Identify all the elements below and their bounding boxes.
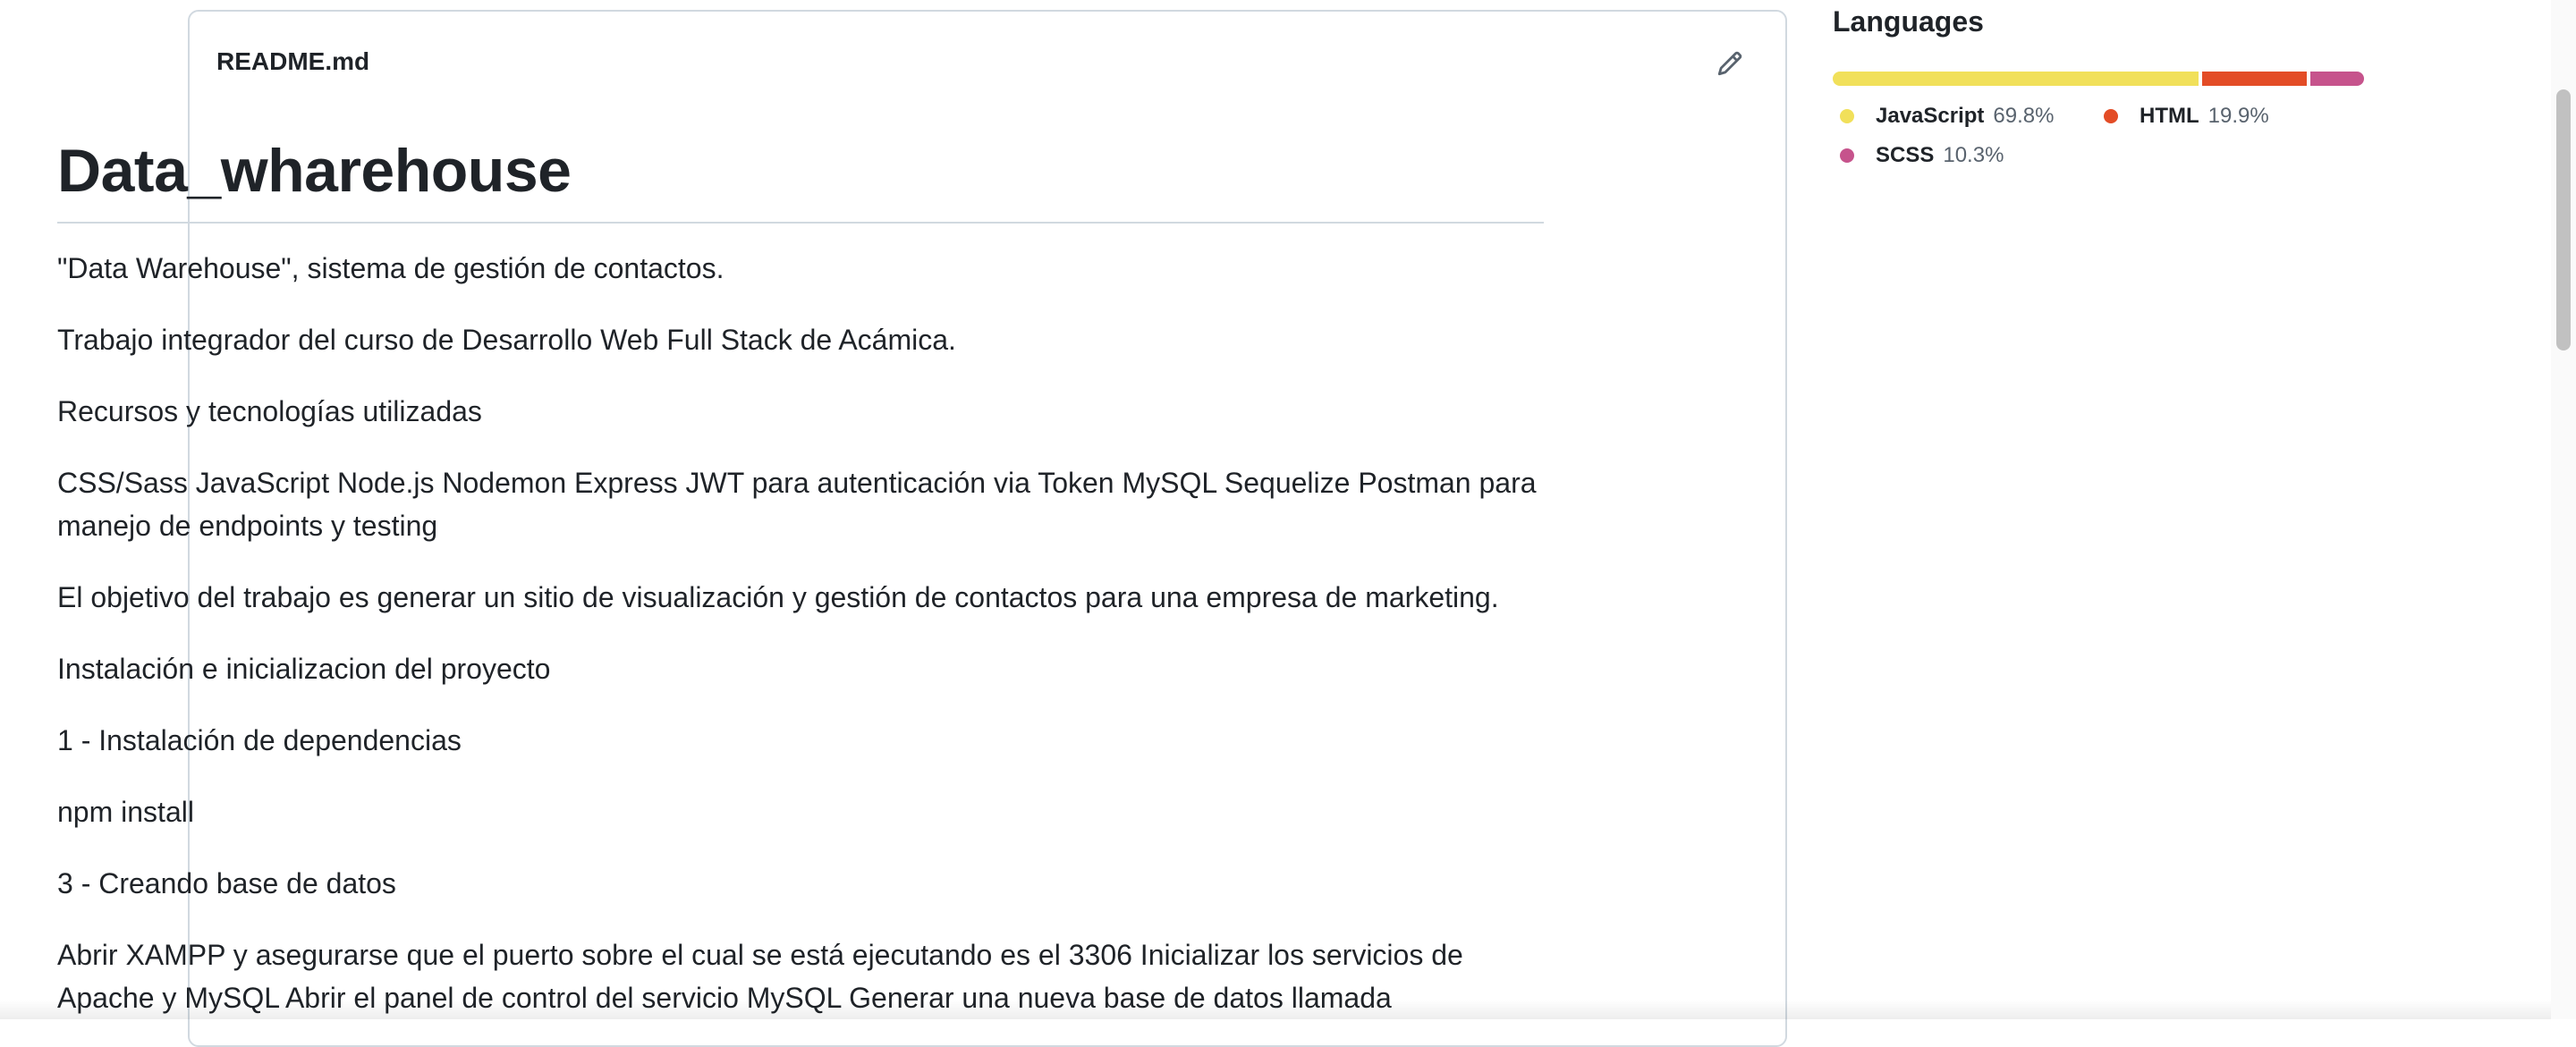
readme-paragraph: Instalación e inicializacion del proyect…: [57, 653, 551, 685]
bottom-edge-shadow: [0, 1000, 2551, 1019]
readme-code-line: npm install: [57, 796, 194, 828]
language-item-javascript[interactable]: JavaScript 69.8%: [1840, 104, 2054, 129]
language-percent: 10.3%: [1943, 143, 2004, 167]
languages-title: Languages: [1833, 5, 1984, 38]
language-item-scss[interactable]: SCSS 10.3%: [1840, 143, 2004, 168]
language-bar-html[interactable]: [2202, 72, 2307, 86]
readme-paragraph: Recursos y tecnologías utilizadas: [57, 395, 482, 427]
scrollbar-thumb[interactable]: [2556, 89, 2571, 350]
languages-bar: [1833, 72, 2364, 86]
edit-readme-button[interactable]: [1712, 46, 1748, 81]
readme-header: README.md: [190, 12, 1785, 110]
language-item-html[interactable]: HTML 19.9%: [2104, 104, 2269, 129]
readme-content: Data_wharehouse "Data Warehouse", sistem…: [57, 125, 1544, 1019]
language-bar-scss[interactable]: [2309, 72, 2364, 86]
readme-paragraph: 3 - Creando base de datos: [57, 867, 396, 899]
language-color-dot: [1840, 148, 1854, 163]
readme-title: Data_wharehouse: [57, 125, 1544, 224]
readme-paragraph: 1 - Instalación de dependencias: [57, 724, 462, 756]
readme-paragraph: "Data Warehouse", sistema de gestión de …: [57, 252, 724, 284]
readme-paragraph: Trabajo integrador del curso de Desarrol…: [57, 324, 956, 356]
readme-paragraph: CSS/Sass JavaScript Node.js Nodemon Expr…: [57, 467, 1537, 542]
language-bar-javascript[interactable]: [1833, 72, 2199, 86]
language-name: HTML: [2140, 104, 2199, 128]
readme-filename[interactable]: README.md: [216, 47, 369, 76]
language-color-dot: [1840, 109, 1854, 123]
language-percent: 19.9%: [2207, 104, 2269, 128]
language-name: SCSS: [1876, 143, 1935, 167]
language-color-dot: [2104, 109, 2118, 123]
readme-paragraph: El objetivo del trabajo es generar un si…: [57, 581, 1499, 613]
language-percent: 69.8%: [1993, 104, 2055, 128]
pencil-icon: [1717, 51, 1742, 76]
language-name: JavaScript: [1876, 104, 1985, 128]
